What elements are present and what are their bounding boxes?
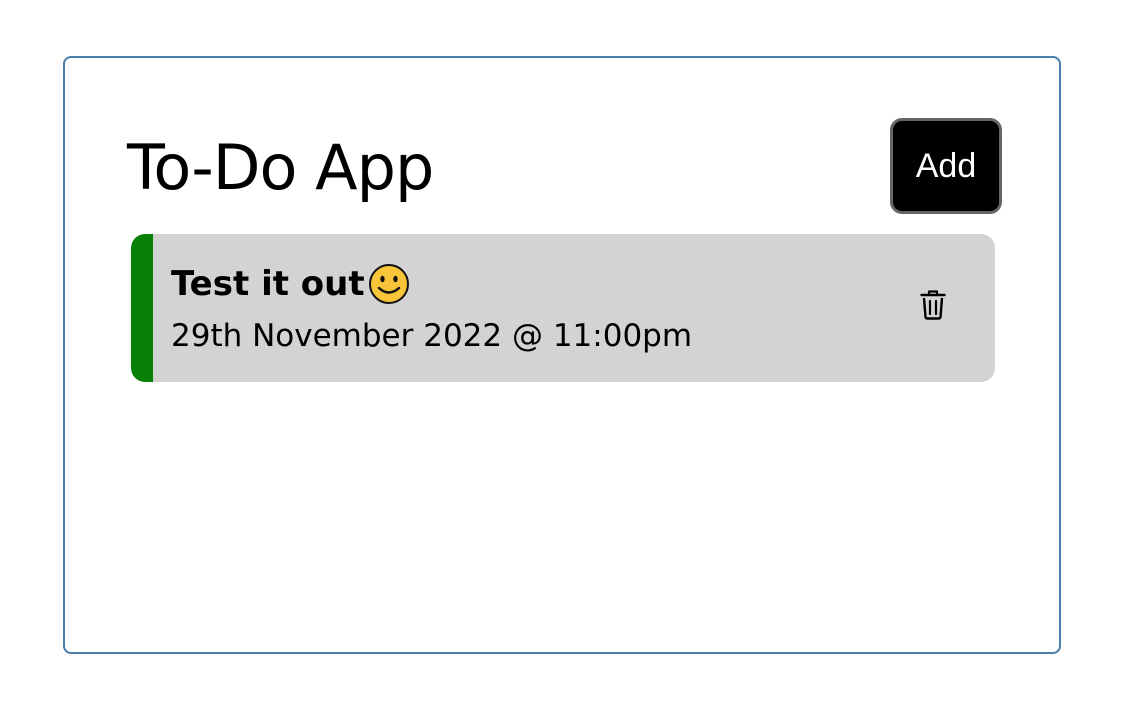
page-title: To-Do App [127, 131, 434, 204]
todo-item: Test it out 29th November 2022 @ 11:00pm [131, 234, 995, 382]
todo-title: Test it out [171, 262, 411, 306]
todo-date: 29th November 2022 @ 11:00pm [171, 318, 693, 354]
add-button[interactable]: Add [890, 118, 1002, 214]
delete-button[interactable] [916, 286, 950, 324]
smiley-face-icon [367, 262, 411, 306]
todo-title-text: Test it out [171, 264, 365, 304]
todo-app-card: To-Do App Add Test it out 29th November … [63, 56, 1061, 654]
trash-icon [920, 290, 946, 320]
